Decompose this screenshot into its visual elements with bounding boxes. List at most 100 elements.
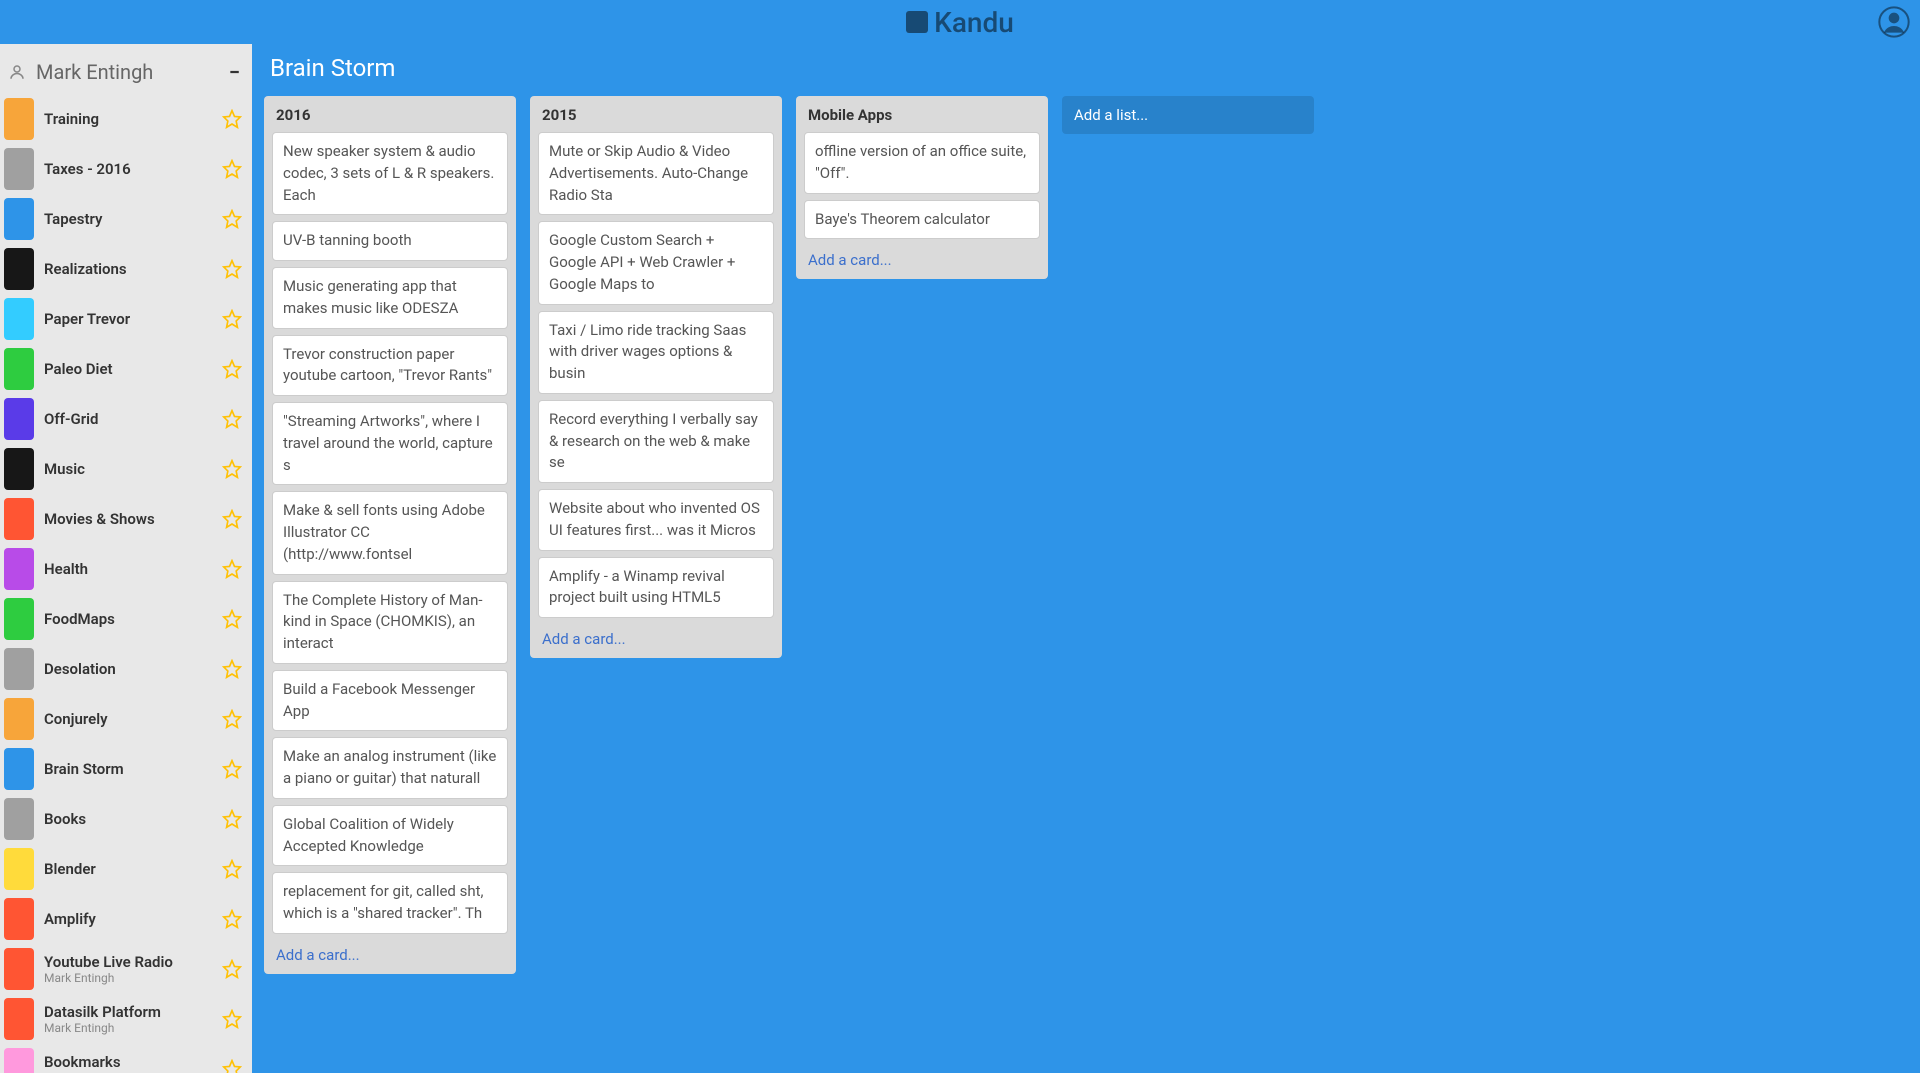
- sidebar-board-item[interactable]: Brain Storm: [0, 744, 252, 794]
- card[interactable]: The Complete History of Man-kind in Spac…: [272, 581, 508, 664]
- board-item-title: Conjurely: [44, 710, 222, 728]
- board-item-title: Books: [44, 810, 222, 828]
- board-item-title: Paleo Diet: [44, 360, 222, 378]
- sidebar-board-item[interactable]: FoodMaps: [0, 594, 252, 644]
- user-name: Mark Entingh: [36, 60, 153, 84]
- star-icon[interactable]: [222, 409, 242, 429]
- sidebar-board-item[interactable]: Music: [0, 444, 252, 494]
- sidebar-board-item[interactable]: Amplify: [0, 894, 252, 944]
- sidebar-board-item[interactable]: Books: [0, 794, 252, 844]
- sidebar-board-item[interactable]: BookmarksMark Entingh: [0, 1044, 252, 1073]
- star-icon[interactable]: [222, 909, 242, 929]
- star-icon[interactable]: [222, 259, 242, 279]
- sidebar-board-item[interactable]: Paper Trevor: [0, 294, 252, 344]
- sidebar-board-item[interactable]: Conjurely: [0, 694, 252, 744]
- star-icon[interactable]: [222, 459, 242, 479]
- sidebar-board-item[interactable]: Taxes - 2016: [0, 144, 252, 194]
- sidebar-board-item[interactable]: Datasilk PlatformMark Entingh: [0, 994, 252, 1044]
- card[interactable]: Trevor construction paper youtube cartoo…: [272, 335, 508, 397]
- card[interactable]: Amplify - a Winamp revival project built…: [538, 557, 774, 619]
- sidebar-board-item[interactable]: Paleo Diet: [0, 344, 252, 394]
- user-icon: [8, 63, 26, 81]
- star-icon[interactable]: [222, 359, 242, 379]
- star-icon[interactable]: [222, 109, 242, 129]
- card[interactable]: offline version of an office suite, "Off…: [804, 132, 1040, 194]
- card[interactable]: Build a Facebook Messenger App: [272, 670, 508, 732]
- star-icon[interactable]: [222, 209, 242, 229]
- star-icon[interactable]: [222, 659, 242, 679]
- star-icon[interactable]: [222, 709, 242, 729]
- board-item-title: Tapestry: [44, 210, 222, 228]
- board-item-title: Music: [44, 460, 222, 478]
- card[interactable]: Baye's Theorem calculator: [804, 200, 1040, 240]
- list-title[interactable]: 2015: [538, 104, 774, 132]
- board-item-title: FoodMaps: [44, 610, 222, 628]
- star-icon[interactable]: [222, 759, 242, 779]
- sidebar-board-item[interactable]: Tapestry: [0, 194, 252, 244]
- list: 2015Mute or Skip Audio & Video Advertise…: [530, 96, 782, 658]
- star-icon[interactable]: [222, 559, 242, 579]
- sidebar-board-item[interactable]: Realizations: [0, 244, 252, 294]
- card[interactable]: Record everything I verbally say & resea…: [538, 400, 774, 483]
- board-color-swatch: [4, 798, 34, 840]
- board-item-title: Off-Grid: [44, 410, 222, 428]
- add-card-link[interactable]: Add a card...: [538, 624, 774, 650]
- card[interactable]: replacement for git, called sht, which i…: [272, 872, 508, 934]
- card[interactable]: Make an analog instrument (like a piano …: [272, 737, 508, 799]
- card[interactable]: Music generating app that makes music li…: [272, 267, 508, 329]
- board-item-title: Health: [44, 560, 222, 578]
- sidebar-board-item[interactable]: Blender: [0, 844, 252, 894]
- star-icon[interactable]: [222, 159, 242, 179]
- card[interactable]: Taxi / Limo ride tracking Saas with driv…: [538, 311, 774, 394]
- minus-icon[interactable]: −: [229, 62, 240, 82]
- star-icon[interactable]: [222, 809, 242, 829]
- board-color-swatch: [4, 448, 34, 490]
- card[interactable]: Global Coalition of Widely Accepted Know…: [272, 805, 508, 867]
- board-color-swatch: [4, 898, 34, 940]
- board-item-title: Brain Storm: [44, 760, 222, 778]
- card[interactable]: Google Custom Search + Google API + Web …: [538, 221, 774, 304]
- board-title[interactable]: Brain Storm: [270, 54, 1908, 82]
- add-card-link[interactable]: Add a card...: [272, 940, 508, 966]
- list-title[interactable]: Mobile Apps: [804, 104, 1040, 132]
- sidebar-board-item[interactable]: Movies & Shows: [0, 494, 252, 544]
- star-icon[interactable]: [222, 609, 242, 629]
- board-item-title: Bookmarks: [44, 1053, 222, 1071]
- board-color-swatch: [4, 348, 34, 390]
- sidebar-board-item[interactable]: Health: [0, 544, 252, 594]
- card[interactable]: Mute or Skip Audio & Video Advertisement…: [538, 132, 774, 215]
- avatar-icon[interactable]: [1878, 6, 1910, 38]
- list: Mobile Appsoffline version of an office …: [796, 96, 1048, 279]
- board-item-title: Taxes - 2016: [44, 160, 222, 178]
- card[interactable]: UV-B tanning booth: [272, 221, 508, 261]
- card[interactable]: Make & sell fonts using Adobe Illustrato…: [272, 491, 508, 574]
- board-color-swatch: [4, 648, 34, 690]
- board-color-swatch: [4, 998, 34, 1040]
- star-icon[interactable]: [222, 1009, 242, 1029]
- board-color-swatch: [4, 398, 34, 440]
- board-item-title: Realizations: [44, 260, 222, 278]
- sidebar-board-item[interactable]: Youtube Live RadioMark Entingh: [0, 944, 252, 994]
- card[interactable]: New speaker system & audio codec, 3 sets…: [272, 132, 508, 215]
- add-list-button[interactable]: Add a list...: [1062, 96, 1314, 134]
- list-title[interactable]: 2016: [272, 104, 508, 132]
- star-icon[interactable]: [222, 859, 242, 879]
- star-icon[interactable]: [222, 509, 242, 529]
- sidebar-board-item[interactable]: Desolation: [0, 644, 252, 694]
- board-item-title: Training: [44, 110, 222, 128]
- add-card-link[interactable]: Add a card...: [804, 245, 1040, 271]
- board-color-swatch: [4, 598, 34, 640]
- board-item-title: Amplify: [44, 910, 222, 928]
- card[interactable]: Website about who invented OS UI feature…: [538, 489, 774, 551]
- board-item-title: Youtube Live Radio: [44, 953, 222, 971]
- board-color-swatch: [4, 948, 34, 990]
- card[interactable]: "Streaming Artworks", where I travel aro…: [272, 402, 508, 485]
- star-icon[interactable]: [222, 309, 242, 329]
- sidebar-user-header[interactable]: Mark Entingh −: [0, 50, 252, 94]
- app-name: Kandu: [934, 6, 1014, 39]
- sidebar-board-item[interactable]: Training: [0, 94, 252, 144]
- sidebar-board-item[interactable]: Off-Grid: [0, 394, 252, 444]
- star-icon[interactable]: [222, 959, 242, 979]
- star-icon[interactable]: [222, 1059, 242, 1073]
- board-color-swatch: [4, 148, 34, 190]
